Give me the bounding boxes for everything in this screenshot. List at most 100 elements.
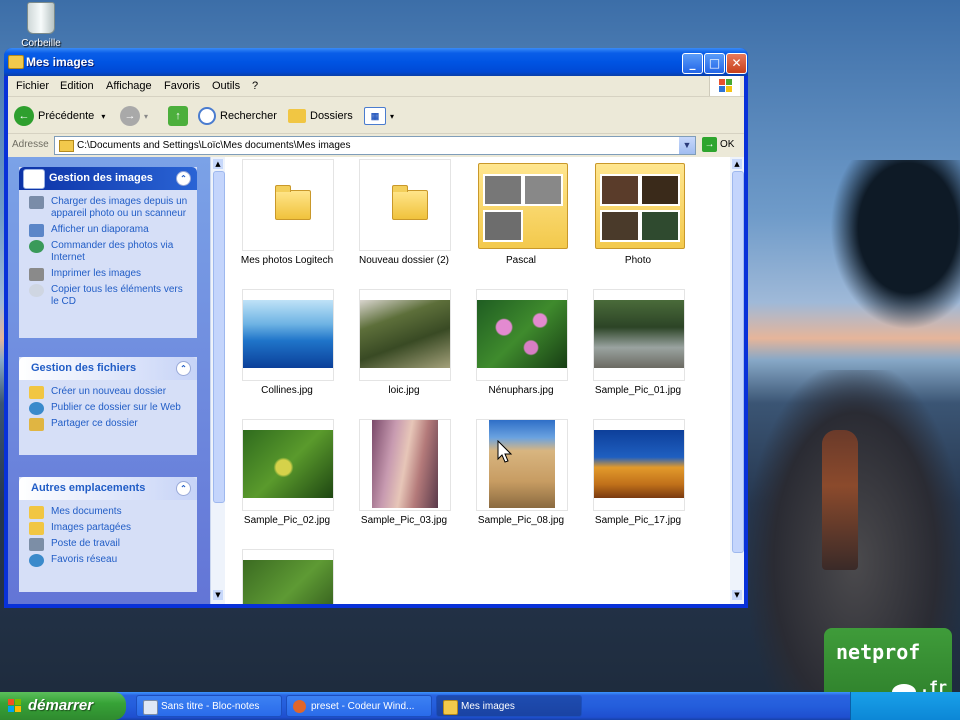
link-label: Créer un nouveau dossier <box>51 386 167 397</box>
file-item[interactable]: Nouveau dossier (2) <box>354 159 454 279</box>
scroll-thumb[interactable] <box>213 171 225 503</box>
folders-button[interactable]: Dossiers <box>288 105 353 127</box>
link-label: Charger des images depuis un appareil ph… <box>51 196 188 219</box>
go-arrow-icon: → <box>702 137 717 152</box>
link-shared-pictures[interactable]: Images partagées <box>29 522 191 535</box>
up-folder-button[interactable]: ↑ <box>168 105 192 127</box>
task-codeur[interactable]: preset - Codeur Wind... <box>286 695 432 717</box>
link-order-prints[interactable]: Commander des photos via Internet <box>29 240 191 264</box>
close-button[interactable]: ✕ <box>726 53 747 74</box>
task-notepad[interactable]: Sans titre - Bloc-notes <box>136 695 282 717</box>
menu-favoris[interactable]: Favoris <box>164 80 200 92</box>
explorer-window: Mes images _ □ ✕ Fichier Edition Afficha… <box>4 48 748 608</box>
back-button[interactable]: ← Précédente ▾ <box>14 105 105 127</box>
task-pane: Gestion des images ⌃ Charger des images … <box>8 157 210 604</box>
address-value: C:\Documents and Settings\Loïc\Mes docum… <box>77 140 351 151</box>
file-item[interactable]: Collines.jpg <box>237 289 337 409</box>
menu-edition[interactable]: Edition <box>60 80 94 92</box>
file-name: Sample_Pic_02.jpg <box>243 515 331 526</box>
scroll-down-icon[interactable]: ▼ <box>213 590 223 600</box>
link-my-computer[interactable]: Poste de travail <box>29 538 191 551</box>
thumbnail-frame <box>359 419 451 511</box>
forward-button[interactable]: → ▾ <box>120 105 148 127</box>
content-area: Gestion des images ⌃ Charger des images … <box>8 157 744 604</box>
windows-logo-icon <box>709 76 740 96</box>
thumbnail-frame <box>242 289 334 381</box>
link-share-folder[interactable]: Partager ce dossier <box>29 418 191 431</box>
link-label: Images partagées <box>51 522 132 533</box>
start-button[interactable]: démarrer <box>0 692 126 720</box>
collapse-icon[interactable]: ⌃ <box>176 361 191 376</box>
thumbnail-frame <box>359 289 451 381</box>
address-bar: Adresse C:\Documents and Settings\Loïc\M… <box>8 134 744 156</box>
menu-help[interactable]: ? <box>252 80 258 92</box>
file-item[interactable]: Sample_Pic_08.jpg <box>471 419 571 539</box>
file-item[interactable]: Photo <box>588 159 688 279</box>
go-label: OK <box>720 139 735 150</box>
file-item[interactable] <box>237 549 337 604</box>
file-name: Collines.jpg <box>261 385 313 396</box>
thumbnail-image <box>640 210 680 242</box>
link-copy-to-cd[interactable]: Copier tous les éléments vers le CD <box>29 284 191 308</box>
link-my-documents[interactable]: Mes documents <box>29 506 191 519</box>
link-publish-web[interactable]: Publier ce dossier sur le Web <box>29 402 191 415</box>
thumbnail-image <box>243 430 333 498</box>
maximize-button[interactable]: □ <box>704 53 725 74</box>
panel-file-tasks-header[interactable]: Gestion des fichiers ⌃ <box>19 357 197 380</box>
codeur-icon <box>293 700 306 713</box>
file-item[interactable]: Sample_Pic_02.jpg <box>237 419 337 539</box>
task-pane-scrollbar[interactable]: ▲ ▼ <box>210 157 225 604</box>
scroll-down-icon[interactable]: ▼ <box>732 590 742 600</box>
file-item[interactable]: Mes photos Logitech <box>237 159 337 279</box>
file-item[interactable]: Sample_Pic_03.jpg <box>354 419 454 539</box>
collapse-icon[interactable]: ⌃ <box>176 171 191 186</box>
address-field[interactable]: C:\Documents and Settings\Loïc\Mes docum… <box>54 136 696 155</box>
mouse-cursor-icon <box>497 440 513 463</box>
file-item[interactable]: loic.jpg <box>354 289 454 409</box>
menu-fichier[interactable]: Fichier <box>16 80 49 92</box>
scroll-up-icon[interactable]: ▲ <box>732 159 742 169</box>
panel-other-places-header[interactable]: Autres emplacements ⌃ <box>19 477 197 500</box>
file-name: Sample_Pic_08.jpg <box>477 515 565 526</box>
views-button[interactable]: ▦ ▾ <box>364 105 394 127</box>
menu-affichage[interactable]: Affichage <box>106 80 152 92</box>
recycle-bin-icon[interactable]: Corbeille <box>14 2 68 49</box>
new-folder-icon <box>29 386 44 399</box>
link-import-camera[interactable]: Charger des images depuis un appareil ph… <box>29 196 191 220</box>
link-new-folder[interactable]: Créer un nouveau dossier <box>29 386 191 399</box>
collapse-icon[interactable]: ⌃ <box>176 481 191 496</box>
title-bar[interactable]: Mes images _ □ ✕ <box>4 48 748 76</box>
task-label: preset - Codeur Wind... <box>311 701 415 712</box>
globe-icon <box>29 240 44 253</box>
cd-icon <box>29 284 44 297</box>
file-item[interactable]: Sample_Pic_01.jpg <box>588 289 688 409</box>
search-button[interactable]: Rechercher <box>198 105 277 127</box>
scroll-up-icon[interactable]: ▲ <box>213 159 223 169</box>
address-dropdown-icon[interactable]: ▼ <box>679 137 695 154</box>
task-mes-images[interactable]: Mes images <box>436 695 582 717</box>
file-item[interactable]: Pascal <box>471 159 571 279</box>
panel-title: Gestion des images <box>49 172 153 184</box>
thumbnail-image <box>594 300 684 368</box>
thumbnail-frame <box>242 419 334 511</box>
thumbnail-frame <box>476 159 568 249</box>
link-print-images[interactable]: Imprimer les images <box>29 268 191 281</box>
scroll-thumb[interactable] <box>732 171 744 553</box>
menu-outils[interactable]: Outils <box>212 80 240 92</box>
up-folder-icon: ↑ <box>168 106 188 127</box>
panel-image-tasks-header[interactable]: Gestion des images ⌃ <box>19 167 197 190</box>
link-slideshow[interactable]: Afficher un diaporama <box>29 224 191 237</box>
minimize-button[interactable]: _ <box>682 53 703 74</box>
file-name: Sample_Pic_17.jpg <box>594 515 682 526</box>
thumbnail-image <box>360 300 450 368</box>
toolbar: ← Précédente ▾ → ▾ ↑ Rechercher Dossiers ▦… <box>8 97 744 134</box>
web-icon <box>29 402 44 415</box>
file-item[interactable]: Sample_Pic_17.jpg <box>588 419 688 539</box>
thumbnail-frame <box>359 159 451 251</box>
file-view-scrollbar[interactable]: ▲ ▼ <box>730 157 744 604</box>
back-dropdown-icon: ▾ <box>101 112 106 121</box>
link-network-places[interactable]: Favoris réseau <box>29 554 191 567</box>
views-dropdown-icon: ▾ <box>390 112 395 121</box>
file-item[interactable]: Nénuphars.jpg <box>471 289 571 409</box>
go-button[interactable]: → OK <box>702 137 734 152</box>
